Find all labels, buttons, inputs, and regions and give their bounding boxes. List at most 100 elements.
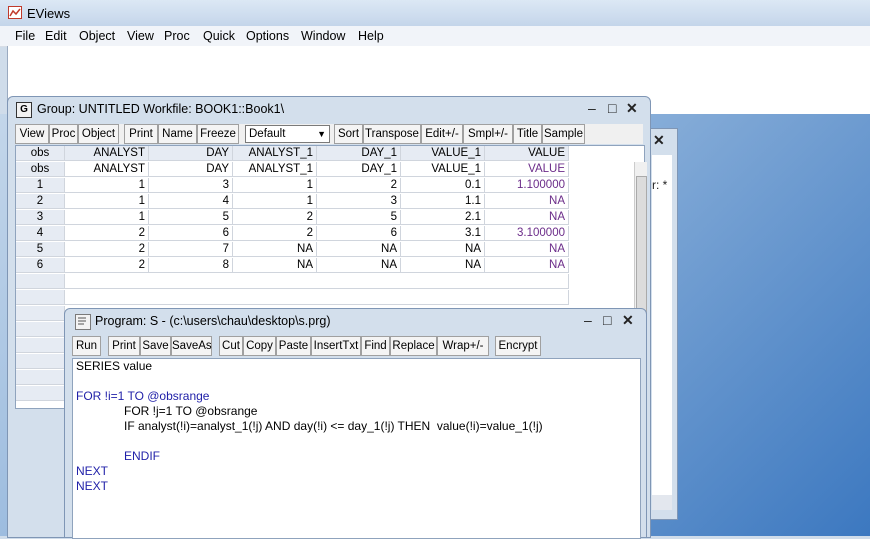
- paste-button[interactable]: Paste: [276, 336, 311, 356]
- edit-toggle-button[interactable]: Edit+/-: [421, 124, 463, 144]
- replace-button[interactable]: Replace: [390, 336, 437, 356]
- data-cell[interactable]: 3.100000: [485, 226, 569, 241]
- sort-button[interactable]: Sort: [334, 124, 363, 144]
- copy-button[interactable]: Copy: [243, 336, 276, 356]
- data-cell[interactable]: 1: [233, 178, 317, 193]
- proc-button[interactable]: Proc: [49, 124, 78, 144]
- data-cell[interactable]: 1: [65, 178, 149, 193]
- data-cell[interactable]: 5: [317, 210, 401, 225]
- data-cell[interactable]: NA: [317, 242, 401, 257]
- minimize-icon[interactable]: –: [588, 100, 596, 116]
- column-header[interactable]: ANALYST_1: [233, 146, 317, 161]
- program-window[interactable]: Program: S - (c:\users\chau\desktop\s.pr…: [64, 308, 647, 539]
- data-cell[interactable]: 2: [65, 226, 149, 241]
- data-cell[interactable]: 4: [149, 194, 233, 209]
- row-header[interactable]: 3: [16, 210, 65, 225]
- label-cell[interactable]: VALUE: [485, 162, 569, 177]
- row-header[interactable]: [16, 386, 65, 401]
- data-cell[interactable]: NA: [485, 210, 569, 225]
- menu-view[interactable]: View: [127, 29, 154, 43]
- row-header[interactable]: 6: [16, 258, 65, 273]
- data-cell[interactable]: NA: [401, 258, 485, 273]
- minimize-icon[interactable]: –: [584, 312, 592, 328]
- maximize-icon[interactable]: □: [603, 312, 611, 328]
- background-close-icon[interactable]: ✕: [653, 132, 665, 149]
- row-header[interactable]: [16, 322, 65, 337]
- data-cell[interactable]: 1: [65, 194, 149, 209]
- row-header[interactable]: [16, 338, 65, 353]
- encrypt-button[interactable]: Encrypt: [495, 336, 541, 356]
- data-cell[interactable]: 2.1: [401, 210, 485, 225]
- view-button[interactable]: View: [15, 124, 49, 144]
- row-header[interactable]: 5: [16, 242, 65, 257]
- menu-object[interactable]: Object: [79, 29, 115, 43]
- menu-file[interactable]: File: [15, 29, 35, 43]
- sample-button[interactable]: Sample: [542, 124, 585, 144]
- data-cell[interactable]: 6: [149, 226, 233, 241]
- cut-button[interactable]: Cut: [219, 336, 243, 356]
- print-button[interactable]: Print: [108, 336, 140, 356]
- column-header[interactable]: VALUE_1: [401, 146, 485, 161]
- column-header[interactable]: ANALYST: [65, 146, 149, 161]
- menu-edit[interactable]: Edit: [45, 29, 67, 43]
- column-header[interactable]: DAY: [149, 146, 233, 161]
- sample-select[interactable]: Default ▼: [245, 125, 330, 143]
- data-cell[interactable]: 1: [65, 210, 149, 225]
- row-header[interactable]: [16, 354, 65, 369]
- row-header[interactable]: 1: [16, 178, 65, 193]
- data-cell[interactable]: NA: [485, 242, 569, 257]
- close-icon[interactable]: ✕: [626, 100, 638, 117]
- empty-row[interactable]: [65, 290, 569, 305]
- name-button[interactable]: Name: [158, 124, 197, 144]
- data-cell[interactable]: NA: [485, 194, 569, 209]
- row-header[interactable]: 4: [16, 226, 65, 241]
- label-cell[interactable]: ANALYST: [65, 162, 149, 177]
- data-cell[interactable]: 5: [149, 210, 233, 225]
- row-header[interactable]: [16, 306, 65, 321]
- freeze-button[interactable]: Freeze: [197, 124, 239, 144]
- run-button[interactable]: Run: [72, 336, 101, 356]
- data-cell[interactable]: NA: [233, 258, 317, 273]
- close-icon[interactable]: ✕: [622, 312, 634, 329]
- data-cell[interactable]: 2: [65, 242, 149, 257]
- inserttxt-button[interactable]: InsertTxt: [311, 336, 361, 356]
- title-button[interactable]: Title: [513, 124, 542, 144]
- label-cell[interactable]: DAY: [149, 162, 233, 177]
- find-button[interactable]: Find: [361, 336, 390, 356]
- data-cell[interactable]: 1: [233, 194, 317, 209]
- label-cell[interactable]: ANALYST_1: [233, 162, 317, 177]
- data-cell[interactable]: 1.100000: [485, 178, 569, 193]
- empty-row[interactable]: [65, 274, 569, 289]
- column-header[interactable]: DAY_1: [317, 146, 401, 161]
- data-cell[interactable]: 3: [149, 178, 233, 193]
- data-cell[interactable]: 1.1: [401, 194, 485, 209]
- data-cell[interactable]: NA: [317, 258, 401, 273]
- maximize-icon[interactable]: □: [608, 100, 616, 116]
- data-cell[interactable]: NA: [485, 258, 569, 273]
- menu-window[interactable]: Window: [301, 29, 345, 43]
- data-cell[interactable]: 3: [317, 194, 401, 209]
- data-cell[interactable]: NA: [401, 242, 485, 257]
- label-cell[interactable]: VALUE_1: [401, 162, 485, 177]
- data-cell[interactable]: 2: [65, 258, 149, 273]
- label-row-obs[interactable]: obs: [16, 162, 65, 177]
- row-header[interactable]: [16, 290, 65, 305]
- transpose-button[interactable]: Transpose: [363, 124, 421, 144]
- data-cell[interactable]: 2: [233, 226, 317, 241]
- data-cell[interactable]: NA: [233, 242, 317, 257]
- smpl-toggle-button[interactable]: Smpl+/-: [463, 124, 513, 144]
- data-cell[interactable]: 7: [149, 242, 233, 257]
- row-header[interactable]: [16, 370, 65, 385]
- menu-options[interactable]: Options: [246, 29, 289, 43]
- data-cell[interactable]: 8: [149, 258, 233, 273]
- data-cell[interactable]: 2: [233, 210, 317, 225]
- saveas-button[interactable]: SaveAs: [171, 336, 212, 356]
- save-button[interactable]: Save: [140, 336, 171, 356]
- wrap-toggle-button[interactable]: Wrap+/-: [437, 336, 489, 356]
- menu-proc[interactable]: Proc: [164, 29, 190, 43]
- group-window-titlebar[interactable]: G Group: UNTITLED Workfile: BOOK1::Book1…: [8, 97, 650, 121]
- row-header[interactable]: 2: [16, 194, 65, 209]
- data-cell[interactable]: 0.1: [401, 178, 485, 193]
- print-button[interactable]: Print: [124, 124, 158, 144]
- column-header[interactable]: obs: [16, 146, 65, 161]
